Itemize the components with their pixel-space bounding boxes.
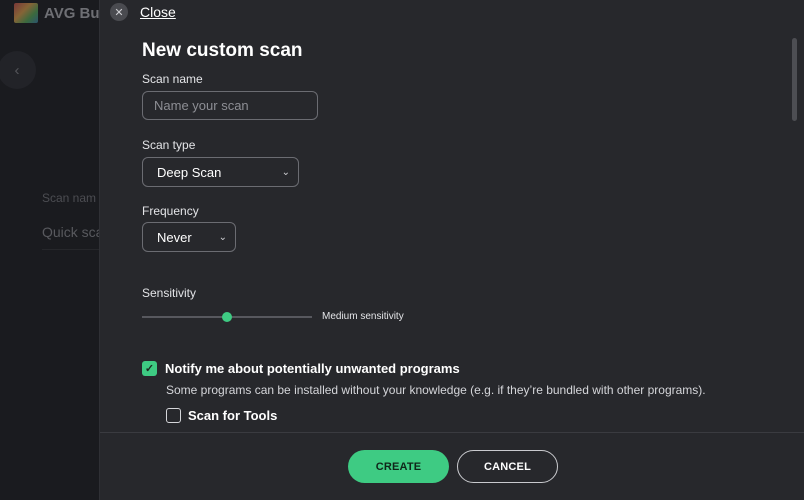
close-link[interactable]: Close xyxy=(140,4,176,20)
footer-bar: CREATE CANCEL xyxy=(100,432,804,500)
scan-tools-label[interactable]: Scan for Tools xyxy=(188,408,277,423)
create-button[interactable]: CREATE xyxy=(348,450,449,483)
sensitivity-label: Sensitivity xyxy=(142,286,197,300)
app-title: AVG Bu xyxy=(44,4,100,22)
cancel-button[interactable]: CANCEL xyxy=(457,450,558,483)
page-title: New custom scan xyxy=(142,40,303,61)
back-button: ‹ xyxy=(0,51,36,89)
avg-logo-icon xyxy=(14,3,38,23)
chevron-down-icon: ⌄ xyxy=(218,231,227,243)
scan-tools-checkbox[interactable] xyxy=(166,408,181,423)
sensitivity-slider[interactable] xyxy=(142,311,312,323)
background-app: AVG Bu ‹ Scan nam Quick sca xyxy=(0,0,100,500)
scrollbar[interactable] xyxy=(792,38,797,121)
pup-label[interactable]: Notify me about potentially unwanted pro… xyxy=(165,361,460,376)
close-row: ✕ Close xyxy=(110,3,176,21)
pup-description: Some programs can be installed without y… xyxy=(166,383,706,397)
scan-name-label: Scan name xyxy=(142,72,203,86)
checkmark-icon: ✓ xyxy=(144,363,155,375)
divider xyxy=(42,249,100,250)
scan-name-input[interactable] xyxy=(142,91,318,120)
bg-scan-name-label: Scan nam xyxy=(42,191,97,205)
pup-checkbox[interactable]: ✓ xyxy=(142,361,157,376)
scan-type-label: Scan type xyxy=(142,138,196,152)
scan-type-value: Deep Scan xyxy=(157,164,222,180)
chevron-left-icon: ‹ xyxy=(14,61,20,79)
sensitivity-value: Medium sensitivity xyxy=(322,311,404,322)
bg-scan-name-value: Quick sca xyxy=(42,224,100,240)
frequency-value: Never xyxy=(157,229,192,245)
frequency-label: Frequency xyxy=(142,204,199,218)
close-icon[interactable]: ✕ xyxy=(110,3,128,21)
app-logo: AVG Bu xyxy=(14,3,100,23)
custom-scan-panel: ✕ Close New custom scan Scan name Scan t… xyxy=(99,0,804,500)
slider-thumb[interactable] xyxy=(222,312,232,322)
scan-type-select[interactable]: Deep Scan ⌄ xyxy=(142,157,299,187)
chevron-down-icon: ⌄ xyxy=(281,166,290,178)
frequency-select[interactable]: Never ⌄ xyxy=(142,222,236,252)
